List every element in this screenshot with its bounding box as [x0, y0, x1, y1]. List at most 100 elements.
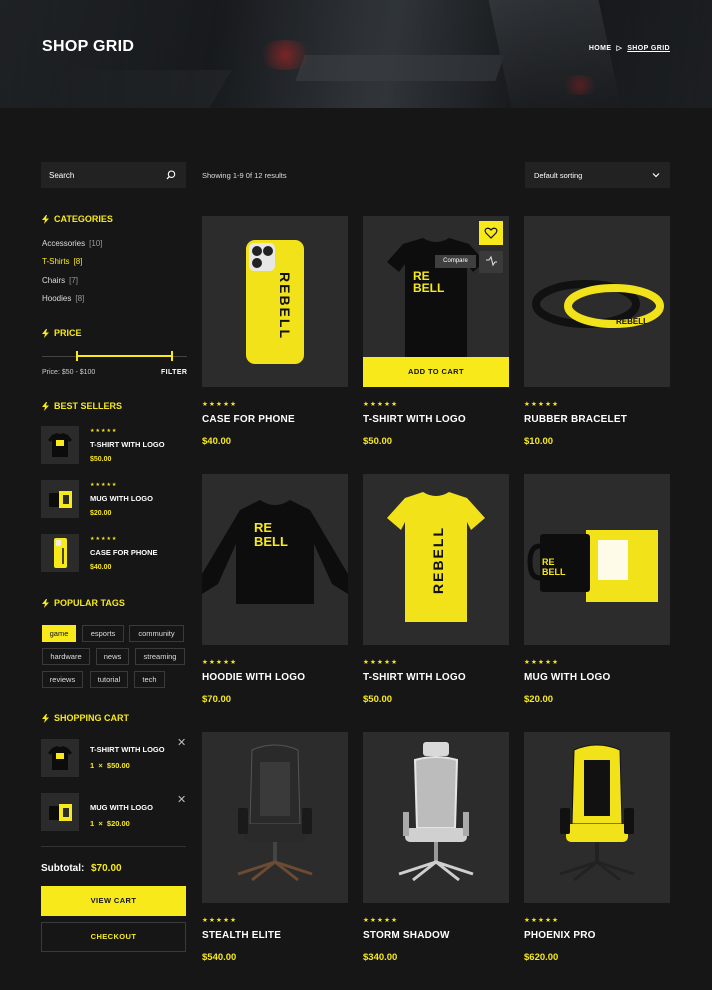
best-seller-thumb-tshirt[interactable]: [41, 426, 79, 464]
tag-game[interactable]: game: [42, 625, 76, 642]
compare-button[interactable]: [479, 251, 503, 273]
category-t-shirts[interactable]: T-Shirts [8]: [42, 257, 82, 266]
product-image-hoodie[interactable]: RE BELL: [202, 474, 348, 645]
product-rating: ★★★★★: [524, 917, 560, 924]
categories-title: CATEGORIES: [42, 214, 113, 224]
wishlist-button[interactable]: [479, 221, 503, 245]
svg-text:BELL: BELL: [542, 567, 566, 577]
product-rating: ★★★★★: [363, 917, 399, 924]
best-seller-price: $40.00: [90, 564, 112, 571]
cart-item-qty: 1 × $20.00: [90, 819, 130, 828]
best-seller-price: $50.00: [90, 456, 112, 463]
product-rating: ★★★★★: [363, 401, 399, 408]
product-name[interactable]: T-SHIRT WITH LOGO: [363, 414, 466, 425]
svg-text:RE: RE: [254, 520, 272, 535]
product-name[interactable]: PHOENIX PRO: [524, 930, 596, 941]
product-price: $540.00: [202, 952, 237, 963]
category-chairs[interactable]: Chairs [7]: [42, 276, 78, 285]
bolt-icon: [42, 713, 49, 723]
product-image-chair-storm[interactable]: [363, 732, 509, 903]
cart-item-thumb-tshirt[interactable]: [41, 739, 79, 777]
remove-cart-item-icon[interactable]: ✕: [177, 793, 186, 806]
product-rating: ★★★★★: [202, 659, 238, 666]
search-input[interactable]: [41, 162, 161, 188]
subtotal-value: $70.00: [91, 863, 122, 874]
product-name[interactable]: STEALTH ELITE: [202, 930, 281, 941]
tag-news[interactable]: news: [96, 648, 129, 665]
tag-community[interactable]: community: [129, 625, 184, 642]
subtotal-label: Subtotal:: [41, 863, 85, 874]
checkout-button[interactable]: CHECKOUT: [41, 922, 186, 952]
filter-button[interactable]: FILTER: [161, 369, 187, 376]
best-seller-name[interactable]: T-SHIRT WITH LOGO: [90, 440, 165, 449]
cart-item-name[interactable]: T-SHIRT WITH LOGO: [90, 745, 165, 754]
cart-divider: [41, 846, 186, 847]
price-slider-min-handle[interactable]: [76, 351, 78, 361]
cart-item-thumb-mug[interactable]: [41, 793, 79, 831]
product-price: $10.00: [524, 436, 554, 447]
best-seller-name[interactable]: CASE FOR PHONE: [90, 548, 158, 557]
product-name[interactable]: T-SHIRT WITH LOGO: [363, 672, 466, 683]
product-rating: ★★★★★: [202, 917, 238, 924]
product-name[interactable]: RUBBER BRACELET: [524, 414, 627, 425]
product-image-mug[interactable]: RE BELL: [524, 474, 670, 645]
results-count: Showing 1-9 0f 12 results: [202, 171, 287, 180]
sort-select[interactable]: Default sorting: [525, 162, 670, 188]
price-slider-max-handle[interactable]: [171, 351, 173, 361]
tag-esports[interactable]: esports: [82, 625, 124, 642]
product-price: $340.00: [363, 952, 398, 963]
breadcrumb-separator-icon: ▷: [616, 45, 623, 52]
cart-item-qty: 1 × $50.00: [90, 761, 130, 770]
tag-streaming[interactable]: streaming: [135, 648, 185, 665]
product-price: $20.00: [524, 694, 554, 705]
brand-mark: REBELL: [277, 272, 293, 340]
best-seller-thumb-mug[interactable]: [41, 480, 79, 518]
add-to-cart-button[interactable]: ADD TO CART: [363, 357, 509, 387]
bolt-icon: [42, 328, 49, 338]
best-seller-name[interactable]: MUG WITH LOGO: [90, 494, 153, 503]
product-image-bracelet[interactable]: REBELL: [524, 216, 670, 387]
product-name[interactable]: HOODIE WITH LOGO: [202, 672, 305, 683]
search-icon[interactable]: [166, 170, 176, 180]
product-name[interactable]: MUG WITH LOGO: [524, 672, 610, 683]
tag-tech[interactable]: tech: [134, 671, 165, 688]
product-price: $50.00: [363, 694, 393, 705]
best-seller-thumb-phone-case[interactable]: [41, 534, 79, 572]
product-image-chair-stealth[interactable]: [202, 732, 348, 903]
popular-tags-title: POPULAR TAGS: [42, 598, 125, 608]
product-rating: ★★★★★: [524, 401, 560, 408]
tag-reviews[interactable]: reviews: [42, 671, 83, 688]
brand-mark: REBELL: [430, 526, 446, 594]
cart-item-name[interactable]: MUG WITH LOGO: [90, 803, 153, 812]
search-box: [41, 162, 186, 188]
price-range-label: Price: $50 - $100: [42, 369, 96, 376]
compare-icon: [486, 255, 497, 267]
view-cart-button[interactable]: VIEW CART: [41, 886, 186, 916]
sort-selected-value: Default sorting: [534, 171, 583, 180]
best-seller-price: $20.00: [90, 510, 112, 517]
product-image-tshirt-yellow[interactable]: REBELL: [363, 474, 509, 645]
bolt-icon: [42, 401, 49, 411]
product-price: $40.00: [202, 436, 232, 447]
product-name[interactable]: STORM SHADOW: [363, 930, 450, 941]
product-rating: ★★★★★: [363, 659, 399, 666]
breadcrumb-home[interactable]: HOME: [589, 45, 612, 52]
svg-text:BELL: BELL: [254, 534, 288, 549]
product-name[interactable]: CASE FOR PHONE: [202, 414, 295, 425]
shopping-cart-title: SHOPPING CART: [42, 713, 129, 723]
tag-tutorial[interactable]: tutorial: [90, 671, 128, 688]
product-image-phone-case[interactable]: REBELL: [202, 216, 348, 387]
best-seller-rating: ★★★★★: [90, 482, 118, 488]
category-accessories[interactable]: Accessories [10]: [42, 239, 102, 248]
remove-cart-item-icon[interactable]: ✕: [177, 736, 186, 749]
best-seller-rating: ★★★★★: [90, 536, 118, 542]
best-seller-rating: ★★★★★: [90, 428, 118, 434]
category-hoodies[interactable]: Hoodies [8]: [42, 294, 84, 303]
product-image-chair-phoenix[interactable]: [524, 732, 670, 903]
page-title: SHOP GRID: [42, 38, 135, 55]
tag-hardware[interactable]: hardware: [42, 648, 90, 665]
best-sellers-title: BEST SELLERS: [42, 401, 122, 411]
bolt-icon: [42, 214, 49, 224]
product-price: $50.00: [363, 436, 393, 447]
product-price: $70.00: [202, 694, 232, 705]
